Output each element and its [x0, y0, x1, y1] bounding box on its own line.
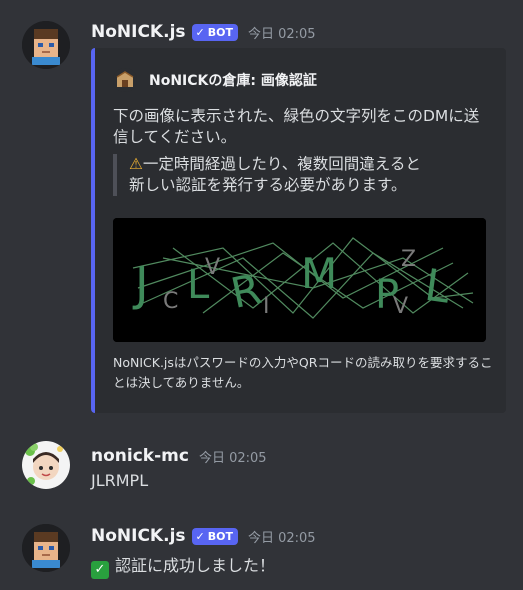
username[interactable]: nonick-mc [91, 446, 189, 466]
server-icon [113, 68, 137, 92]
bot-tag-label: BOT [207, 25, 233, 39]
captcha-svg: V C I Z V J L R M P L [113, 218, 486, 342]
timestamp[interactable]: 今日 02:05 [248, 23, 316, 42]
embed: NoNICKの倉庫: 画像認証 下の画像に表示された、緑色の文字列をこのDMに送… [91, 48, 506, 413]
warning-icon: ⚠ [129, 155, 143, 173]
captcha-glyph-J: J [132, 257, 149, 311]
timestamp[interactable]: 今日 02:05 [248, 527, 316, 546]
message-content: ✓ 認証に成功しました！ [91, 552, 275, 579]
svg-text:Z: Z [401, 247, 416, 272]
captcha-image[interactable]: V C I Z V J L R M P L [113, 218, 486, 342]
embed-description: 下の画像に表示された、緑色の文字列をこのDMに送信してください。 [113, 107, 480, 146]
white-check-mark-icon: ✓ [91, 560, 109, 579]
message-content: JLRMPL [91, 471, 149, 490]
user-avatar[interactable] [22, 441, 70, 489]
author-line: NoNICK.js ✓ BOT 今日 02:05 [91, 22, 316, 42]
author-line: NoNICK.js ✓ BOT 今日 02:05 [91, 526, 316, 546]
bot-avatar[interactable] [22, 524, 70, 572]
embed-footer: NoNICK.jsはパスワードの入力やQRコードの読み取りを要求することは決して… [113, 355, 493, 390]
embed-author: NoNICKの倉庫: 画像認証 [113, 68, 317, 92]
captcha-glyph-L: L [187, 262, 210, 308]
bot-tag-label: BOT [207, 529, 233, 543]
captcha-glyph-M: M [301, 249, 337, 298]
captcha-glyph-P: P [375, 272, 399, 318]
message-text: 認証に成功しました！ [115, 556, 276, 575]
username[interactable]: NoNICK.js [91, 22, 186, 42]
quote-line-2: 新しい認証を発行する必要があります。 [129, 176, 407, 194]
bot-tag: ✓ BOT [191, 527, 238, 545]
verified-check-icon: ✓ [195, 529, 205, 543]
quote-line-1: 一定時間経過したり、複数回間違えると [142, 155, 421, 173]
svg-text:C: C [163, 289, 178, 314]
embed-author-name: NoNICKの倉庫: 画像認証 [149, 73, 317, 89]
verified-check-icon: ✓ [195, 25, 205, 39]
timestamp[interactable]: 今日 02:05 [199, 447, 267, 466]
bot-tag: ✓ BOT [191, 23, 238, 41]
username[interactable]: NoNICK.js [91, 526, 186, 546]
bot-avatar[interactable] [22, 21, 70, 69]
author-line: nonick-mc 今日 02:05 [91, 446, 267, 466]
embed-blockquote: ⚠一定時間経過したり、複数回間違えると 新しい認証を発行する必要があります。 [113, 154, 485, 196]
